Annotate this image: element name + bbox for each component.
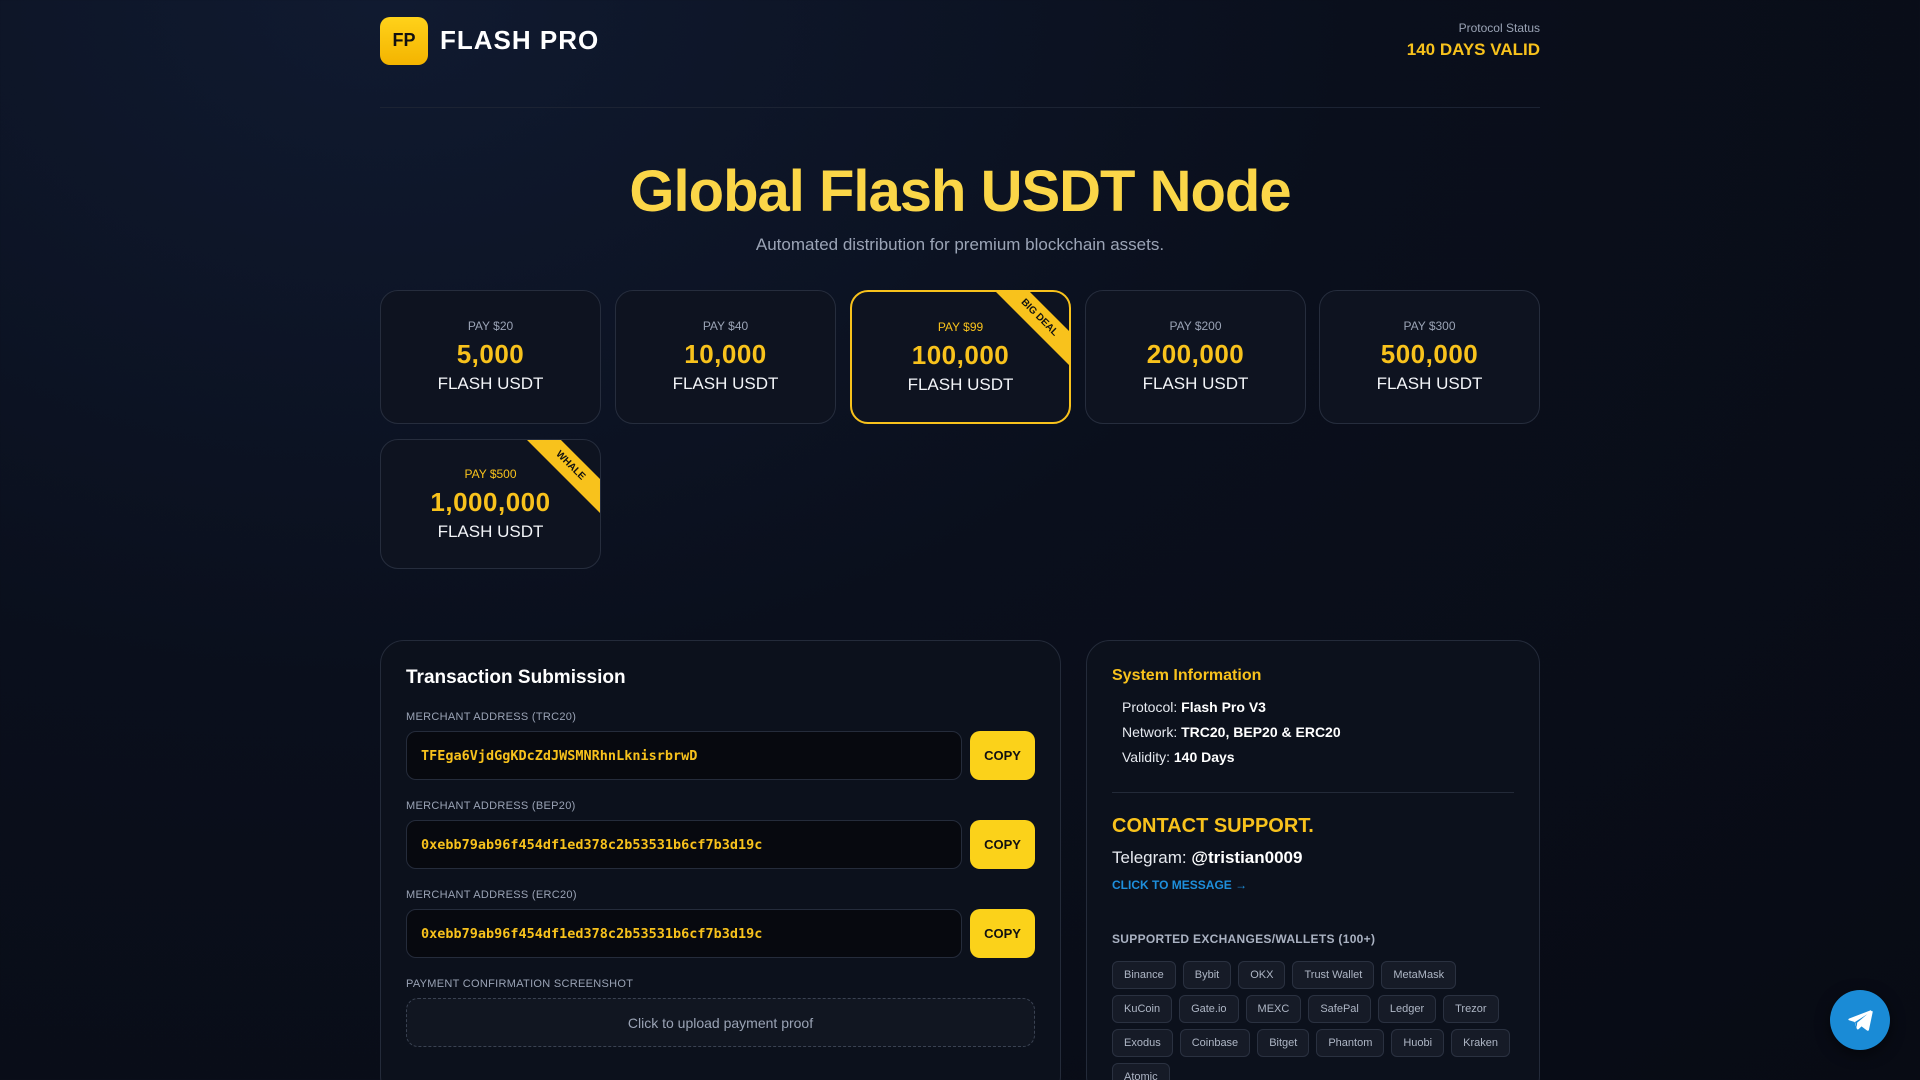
package-unit: FLASH USDT (672, 374, 779, 393)
package-card-1[interactable]: PAY $20 5,000 FLASH USDT (380, 290, 601, 424)
bep20-label: MERCHANT ADDRESS (BEP20) (406, 800, 576, 812)
exchange-chip: Trust Wallet (1292, 961, 1375, 989)
divider (1112, 792, 1514, 793)
package-card-4[interactable]: PAY $200 200,000 FLASH USDT (1085, 290, 1306, 424)
copy-erc20-button[interactable]: COPY (970, 909, 1035, 958)
network-label: Network: (1122, 724, 1178, 740)
upload-proof-dropzone[interactable]: Click to upload payment proof (406, 998, 1035, 1047)
package-amount: 500,000 (1380, 339, 1479, 369)
network-value: TRC20, BEP20 & ERC20 (1181, 724, 1341, 740)
info-panel: System Information Protocol: Flash Pro V… (1086, 640, 1540, 1080)
exchange-chip: Ledger (1377, 995, 1437, 1023)
validity-label: Validity: (1122, 749, 1170, 765)
page-container: FP FLASH PRO Protocol Status 140 DAYS VA… (380, 0, 1540, 1080)
package-pay: PAY $20 (467, 319, 514, 333)
erc20-row: 0xebb79ab96f454df1ed378c2b53531b6cf7b3d1… (406, 909, 1035, 958)
protocol-label: Protocol: (1122, 699, 1178, 715)
exchange-chip: Coinbase (1179, 1029, 1251, 1057)
package-card-6[interactable]: WHALE PAY $500 1,000,000 FLASH USDT (380, 439, 601, 569)
package-card-5[interactable]: PAY $300 500,000 FLASH USDT (1319, 290, 1540, 424)
package-unit: FLASH USDT (437, 522, 544, 541)
telegram-handle[interactable]: @tristian0009 (1191, 848, 1302, 867)
hero-title: Global Flash USDT Node (629, 159, 1291, 224)
protocol-status: Protocol Status 140 DAYS VALID (1407, 21, 1540, 60)
exchange-chip: Huobi (1391, 1029, 1445, 1057)
exchange-chip: Exodus (1112, 1029, 1173, 1057)
trc20-label: MERCHANT ADDRESS (TRC20) (406, 711, 577, 723)
exchange-chip: Gate.io (1179, 995, 1239, 1023)
brand[interactable]: FP FLASH PRO (380, 16, 600, 65)
exchanges-title: SUPPORTED EXCHANGES/WALLETS (100+) (1112, 932, 1376, 946)
copy-bep20-button[interactable]: COPY (970, 820, 1035, 869)
package-pay: PAY $300 (1403, 319, 1456, 333)
exchange-chip: OKX (1238, 961, 1286, 989)
package-pay: PAY $40 (702, 319, 749, 333)
bep20-address-field[interactable]: 0xebb79ab96f454df1ed378c2b53531b6cf7b3d1… (406, 820, 962, 869)
exchange-chip: Phantom (1316, 1029, 1385, 1057)
package-unit: FLASH USDT (437, 374, 544, 393)
exchange-chip: Bitget (1257, 1029, 1310, 1057)
trc20-row: TFEga6VjdGgKDcZdJWSMNRhnLknisrbrwD COPY (406, 731, 1035, 780)
status-label: Protocol Status (1458, 21, 1540, 35)
validity-row: Validity: 140 Days (1122, 749, 1514, 765)
system-info-title: System Information (1112, 667, 1262, 684)
validity-value: 140 Days (1173, 749, 1235, 765)
telegram-line: Telegram: @tristian0009 (1112, 848, 1514, 868)
erc20-address-field[interactable]: 0xebb79ab96f454df1ed378c2b53531b6cf7b3d1… (406, 909, 962, 958)
telegram-float-button[interactable] (1830, 990, 1890, 1050)
copy-trc20-button[interactable]: COPY (970, 731, 1035, 780)
telegram-icon (1848, 1010, 1873, 1031)
exchange-chip: Bybit (1182, 961, 1232, 989)
protocol-value: Flash Pro V3 (1181, 699, 1266, 715)
click-to-message-link[interactable]: CLICK TO MESSAGE → (1112, 878, 1514, 892)
package-unit: FLASH USDT (1142, 374, 1249, 393)
package-pay: PAY $200 (1169, 319, 1222, 333)
trc20-address-field[interactable]: TFEga6VjdGgKDcZdJWSMNRhnLknisrbrwD (406, 731, 962, 780)
exchange-chip: Atomic (1112, 1063, 1170, 1080)
header: FP FLASH PRO Protocol Status 140 DAYS VA… (380, 0, 1540, 108)
exchange-chip: Kraken (1451, 1029, 1510, 1057)
package-amount: 1,000,000 (430, 487, 551, 517)
package-amount: 5,000 (456, 339, 525, 369)
logo: FP (380, 16, 428, 65)
exchange-chips: Binance Bybit OKX Trust Wallet MetaMask … (1112, 961, 1512, 1080)
package-card-2[interactable]: PAY $40 10,000 FLASH USDT (615, 290, 836, 424)
package-amount: 200,000 (1146, 339, 1245, 369)
protocol-row: Protocol: Flash Pro V3 (1122, 699, 1514, 715)
package-amount: 10,000 (684, 339, 767, 369)
screenshot-label: PAYMENT CONFIRMATION SCREENSHOT (406, 978, 634, 990)
package-unit: FLASH USDT (907, 375, 1014, 394)
network-row: Network: TRC20, BEP20 & ERC20 (1122, 724, 1514, 740)
exchange-chip: SafePal (1308, 995, 1371, 1023)
status-value: 140 DAYS VALID (1406, 40, 1540, 59)
package-grid: PAY $20 5,000 FLASH USDT PAY $40 10,000 … (380, 290, 1540, 572)
contact-title: CONTACT SUPPORT. (1112, 815, 1314, 837)
exchange-chip: Binance (1112, 961, 1176, 989)
package-card-3[interactable]: BIG DEAL PAY $99 100,000 FLASH USDT (850, 290, 1071, 424)
brand-name: FLASH PRO (440, 25, 600, 55)
erc20-label: MERCHANT ADDRESS (ERC20) (406, 889, 577, 901)
package-amount: 100,000 (911, 340, 1010, 370)
bep20-row: 0xebb79ab96f454df1ed378c2b53531b6cf7b3d1… (406, 820, 1035, 869)
hero-subtitle: Automated distribution for premium block… (755, 235, 1165, 254)
exchange-chip: Trezor (1443, 995, 1499, 1023)
transaction-title: Transaction Submission (406, 667, 626, 688)
exchange-chip: MetaMask (1381, 961, 1457, 989)
exchange-chip: MEXC (1245, 995, 1302, 1023)
transaction-panel: Transaction Submission MERCHANT ADDRESS … (380, 640, 1061, 1080)
package-unit: FLASH USDT (1376, 374, 1483, 393)
system-info-list: Protocol: Flash Pro V3 Network: TRC20, B… (1112, 699, 1514, 765)
exchange-chip: KuCoin (1112, 995, 1173, 1023)
telegram-label: Telegram: (1112, 848, 1187, 867)
